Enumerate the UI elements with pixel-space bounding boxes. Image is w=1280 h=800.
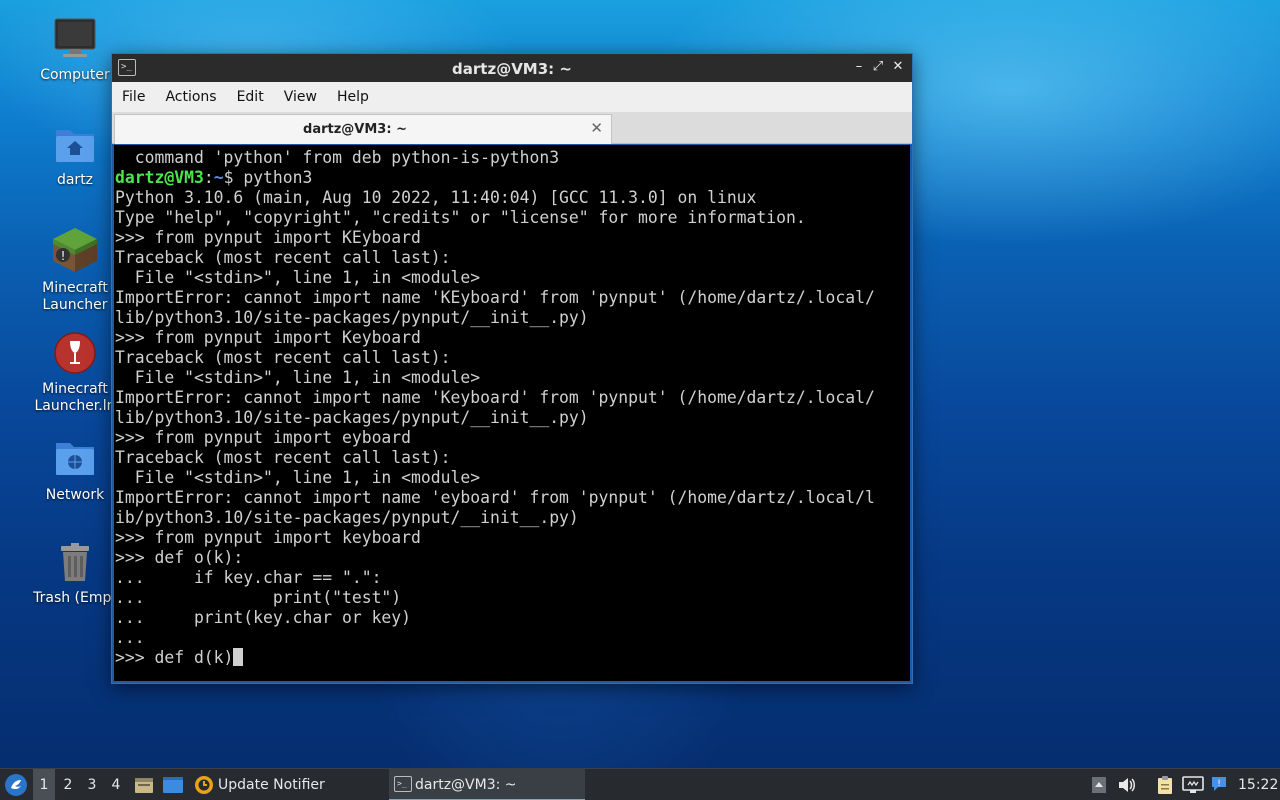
terminal-line: Traceback (most recent call last): [115,248,451,267]
terminal-line: lib/python3.10/site-packages/pynput/__in… [115,308,589,327]
workspace-4[interactable]: 4 [105,769,127,800]
terminal-line: ib/python3.10/site-packages/pynput/__ini… [115,508,579,527]
svg-text:!: ! [1217,779,1221,789]
terminal-line: Type "help", "copyright", "credits" or "… [115,208,806,227]
prompt-user: dartz@VM3 [115,168,204,187]
prompt-command: python3 [243,168,313,187]
menu-view[interactable]: View [274,82,327,112]
volume-icon[interactable] [1118,777,1136,793]
terminal-line: Traceback (most recent call last): [115,348,451,367]
terminal-line: >>> from pynput import KEyboard [115,228,421,247]
desktop-icon-computer[interactable]: Computer [25,17,125,84]
file-manager-icon[interactable] [134,776,154,794]
terminal-line: Traceback (most recent call last): [115,448,451,467]
close-button[interactable]: ✕ [889,58,907,76]
terminal-line: ImportError: cannot import name 'KEyboar… [115,288,875,307]
task-update-notifier[interactable]: Update Notifier [192,769,378,800]
wine-glass-icon [53,331,97,375]
desktop-icon-label: Trash (Empt [33,590,117,606]
task-label: dartz@VM3: ~ [415,777,517,793]
computer-icon [53,17,97,61]
window-titlebar[interactable]: >_ dartz@VM3: ~ – ⤢ ✕ [112,54,912,82]
prompt-dollar: $ [223,168,244,187]
terminal-line: >>> from pynput import Keyboard [115,328,421,347]
window-title: dartz@VM3: ~ [452,60,572,78]
tab-bar: dartz@VM3: ~ ✕ [112,112,912,144]
clipboard-icon[interactable] [1157,775,1173,795]
trash-icon [53,540,97,584]
tab-terminal[interactable]: dartz@VM3: ~ ✕ [114,114,612,144]
start-menu-icon[interactable] [4,773,28,797]
update-notifier-icon [194,775,214,795]
network-folder-icon [53,437,97,481]
terminal-line: >>> from pynput import keyboard [115,528,421,547]
notification-icon[interactable]: ! [1210,775,1228,793]
prompt-separator: : [203,168,214,187]
terminal-line: >>> from pynput import eyboard [115,428,412,447]
terminal-line: ... print("test") [115,588,402,607]
minimize-button[interactable]: – [850,58,868,76]
desktop-icon-network[interactable]: Network [25,437,125,504]
maximize-button[interactable]: ⤢ [869,58,887,76]
workspace-3[interactable]: 3 [81,769,103,800]
workspace-2[interactable]: 2 [57,769,79,800]
tab-close-icon[interactable]: ✕ [590,119,603,137]
desktop-icon-label: Minecraft Launcher [42,280,108,313]
terminal-icon: >_ [394,776,412,792]
desktop-icon-minecraft-launcher-ln[interactable]: Minecraft Launcher.ln [25,331,125,415]
desktop-icon-label: Minecraft Launcher.ln [34,381,116,414]
minecraft-grass-block-icon: ! [51,226,99,274]
menu-bar: File Actions Edit View Help [112,82,912,112]
terminal-input-line[interactable]: >>> def d(k) [115,648,910,668]
terminal-line: ImportError: cannot import name 'Keyboar… [115,388,875,407]
show-desktop-icon[interactable] [162,776,184,794]
clock[interactable]: 15:22 [1238,769,1278,800]
desktop-icon-label: dartz [56,172,94,188]
current-input: >>> def d(k) [115,648,234,667]
terminal-output[interactable]: command 'python' from deb python-is-pyth… [114,145,910,681]
menu-actions[interactable]: Actions [155,82,226,112]
terminal-line: Python 3.10.6 (main, Aug 10 2022, 11:40:… [115,188,757,207]
tab-title: dartz@VM3: ~ [303,122,407,137]
svg-text:!: ! [61,249,66,263]
task-label: Update Notifier [218,777,325,793]
desktop-icon-trash[interactable]: Trash (Empt [25,540,125,607]
text-cursor [233,648,244,666]
terminal-line: ... print(key.char or key) [115,608,412,627]
terminal-line: ImportError: cannot import name 'eyboard… [115,488,875,507]
desktop-icon-home[interactable]: dartz [25,122,125,189]
terminal-line: ... if key.char == ".": [115,568,382,587]
terminal-prompt-line: dartz@VM3:~$ python3 [115,168,910,188]
menu-file[interactable]: File [112,82,155,112]
desktop-icon-label: Computer [40,67,110,83]
menu-help[interactable]: Help [327,82,379,112]
terminal-line: command 'python' from deb python-is-pyth… [115,148,560,167]
task-terminal[interactable]: >_ dartz@VM3: ~ [389,769,585,800]
desktop-icon-minecraft-launcher[interactable]: ! Minecraft Launcher [25,226,125,314]
terminal-line: File "<stdin>", line 1, in <module> [115,268,481,287]
tray-expand-icon[interactable] [1092,777,1106,793]
menu-edit[interactable]: Edit [227,82,274,112]
desktop-icon-label: Network [45,487,105,503]
prompt-path: ~ [213,168,224,187]
terminal-line: ... [115,628,145,647]
workspace-1[interactable]: 1 [33,769,55,800]
terminal-line: lib/python3.10/site-packages/pynput/__in… [115,408,589,427]
home-folder-icon [53,122,97,166]
terminal-window: >_ dartz@VM3: ~ – ⤢ ✕ File Actions Edit Vie… [111,53,913,684]
taskbar: 1 2 3 4 Update Notifier >_ dartz@VM3: ~ … [0,768,1280,800]
terminal-line: >>> def o(k): [115,548,244,567]
terminal-line: File "<stdin>", line 1, in <module> [115,368,481,387]
terminal-line: File "<stdin>", line 1, in <module> [115,468,481,487]
network-status-icon[interactable] [1182,776,1204,794]
